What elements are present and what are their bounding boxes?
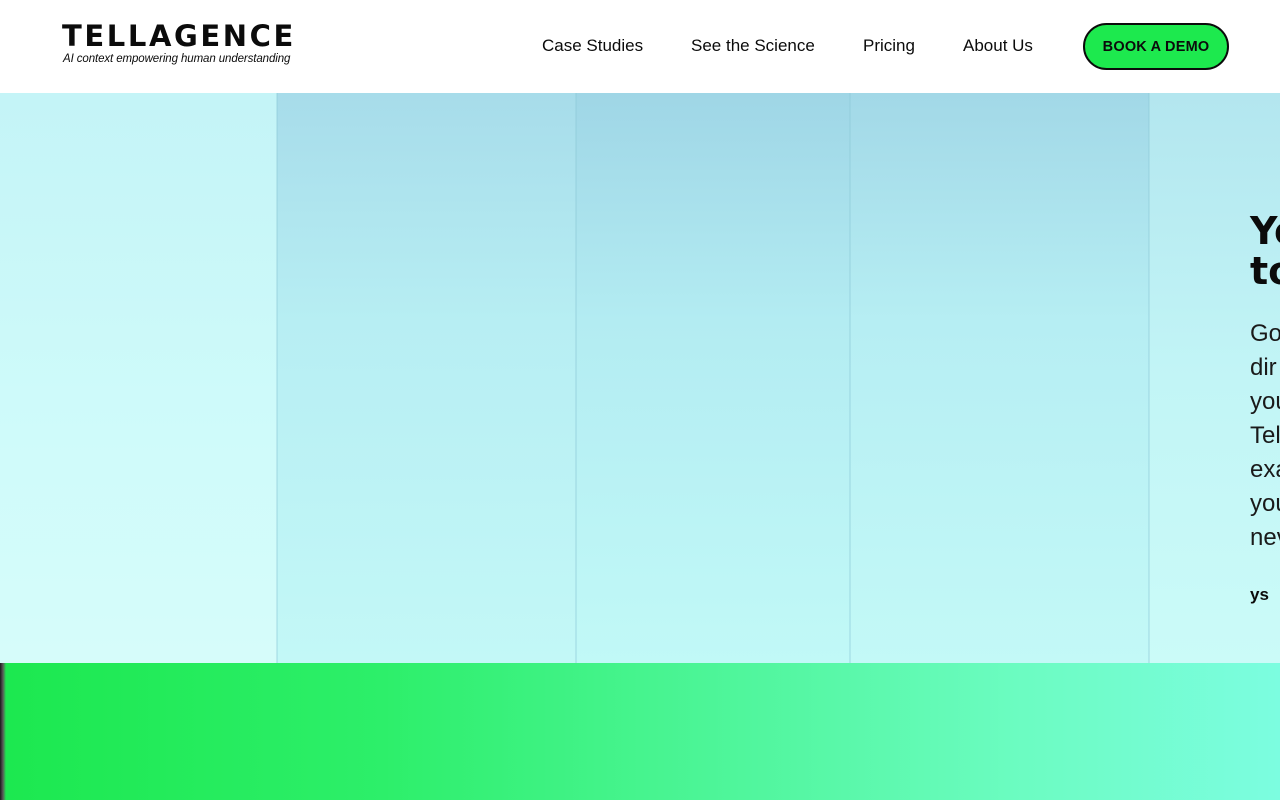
hero-image-panel [277,93,576,663]
hero-link[interactable]: ys [1250,583,1269,607]
panel-divider [1148,93,1150,663]
band-edge [0,663,6,800]
hero-image-panel [576,93,850,663]
hero-image-panel [0,93,277,663]
hero-section: Yo to Go dir you Tel exa you nev ys [0,93,1280,663]
hero-title: Yo to [1250,209,1280,293]
panel-divider [276,93,278,663]
panel-divider [575,93,577,663]
nav-pricing[interactable]: Pricing [863,34,915,58]
green-gradient-band [0,663,1280,800]
hero-image-panel [850,93,1149,663]
book-a-demo-button[interactable]: BOOK A DEMO [1083,23,1229,70]
panel-divider [849,93,851,663]
nav-case-studies[interactable]: Case Studies [542,34,643,58]
site-header: TELLAGENCE AI context empowering human u… [0,0,1280,93]
nav-see-the-science[interactable]: See the Science [691,34,815,58]
nav-about-us[interactable]: About Us [963,34,1033,58]
hero-body-text: Go dir you Tel exa you nev [1250,320,1280,551]
